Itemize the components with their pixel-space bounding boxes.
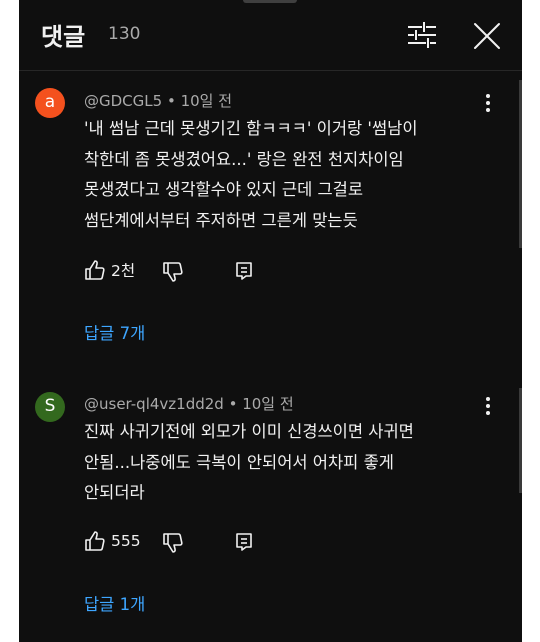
- kebab-dot-icon: [486, 411, 490, 415]
- thumbs-down-icon: [163, 262, 183, 282]
- kebab-dot-icon: [486, 404, 490, 408]
- comment-line: 안됨...나중에도 극복이 안되어서 어차피 좋게: [84, 452, 394, 472]
- kebab-dot-icon: [486, 108, 490, 112]
- comment-meta: @GDCGL5 • 10일 전: [84, 90, 232, 111]
- comment-author[interactable]: @user-ql4vz1dd2d: [84, 395, 224, 413]
- like-count: 2천: [111, 262, 136, 280]
- like-count: 555: [111, 532, 141, 550]
- view-replies-link[interactable]: 답글 7개: [84, 320, 145, 344]
- sort-filter-button[interactable]: [405, 18, 439, 52]
- filter-sliders-icon: [408, 22, 436, 48]
- comment-line: '내 썸남 근데 못생기긴 함ㅋㅋㅋ' 이거랑 '썸남이: [84, 119, 418, 138]
- close-icon: [474, 23, 500, 49]
- view-replies-link[interactable]: 답글 1개: [84, 591, 145, 615]
- comment-line: 못생겼다고 생각할수야 있지 근데 그걸로: [84, 180, 364, 199]
- comment-time[interactable]: 10일 전: [242, 395, 293, 413]
- reply-button[interactable]: [234, 530, 254, 554]
- meta-separator: •: [166, 92, 181, 110]
- avatar[interactable]: a: [35, 88, 65, 118]
- comment-time[interactable]: 10일 전: [181, 92, 232, 110]
- comment-author[interactable]: @GDCGL5: [84, 92, 162, 110]
- comments-header: 댓글 130: [19, 0, 522, 70]
- like-button[interactable]: 555: [84, 529, 141, 553]
- comment-text: '내 썸남 근데 못생기긴 함ㅋㅋㅋ' 이거랑 '썸남이 착한데 좀 못생겼어요…: [84, 114, 484, 236]
- kebab-dot-icon: [486, 101, 490, 105]
- avatar-letter: S: [44, 396, 56, 416]
- reply-button[interactable]: [234, 259, 254, 283]
- header-divider: [19, 70, 522, 71]
- thumbs-up-icon: [85, 260, 105, 280]
- close-button[interactable]: [469, 18, 505, 54]
- dislike-button[interactable]: [162, 260, 184, 284]
- comment-meta: @user-ql4vz1dd2d • 10일 전: [84, 393, 294, 414]
- meta-separator: •: [228, 395, 243, 413]
- kebab-dot-icon: [486, 94, 490, 98]
- dislike-button[interactable]: [162, 531, 184, 555]
- like-button[interactable]: 2천: [84, 258, 135, 282]
- reply-icon: [236, 262, 252, 280]
- comments-panel: 댓글 130 a @GDCGL5 • 10일 전 '내 썸남 근데 못생기긴 함…: [19, 0, 522, 642]
- avatar[interactable]: S: [35, 392, 65, 422]
- kebab-dot-icon: [486, 397, 490, 401]
- comment-line: 썸단계에서부터 주저하면 그른게 맞는듯: [84, 210, 358, 230]
- scrollbar-thumb-top[interactable]: [519, 80, 522, 248]
- reply-icon: [236, 533, 252, 551]
- thumbs-down-icon: [163, 533, 183, 553]
- comment-count: 130: [108, 24, 141, 44]
- comments-title: 댓글: [41, 23, 86, 51]
- comment-line: 착한데 좀 못생겼어요...' 랑은 완전 천지차이임: [84, 149, 404, 169]
- thumbs-up-icon: [85, 531, 105, 551]
- comment-line: 안되더라: [84, 483, 145, 502]
- scrollbar-thumb-bottom[interactable]: [519, 388, 522, 493]
- comment-text: 진짜 사귀기전에 외모가 이미 신경쓰이면 사귀면 안됨...나중에도 극복이 …: [84, 417, 484, 509]
- comment-line: 진짜 사귀기전에 외모가 이미 신경쓰이면 사귀면: [84, 422, 414, 441]
- avatar-letter: a: [44, 92, 56, 112]
